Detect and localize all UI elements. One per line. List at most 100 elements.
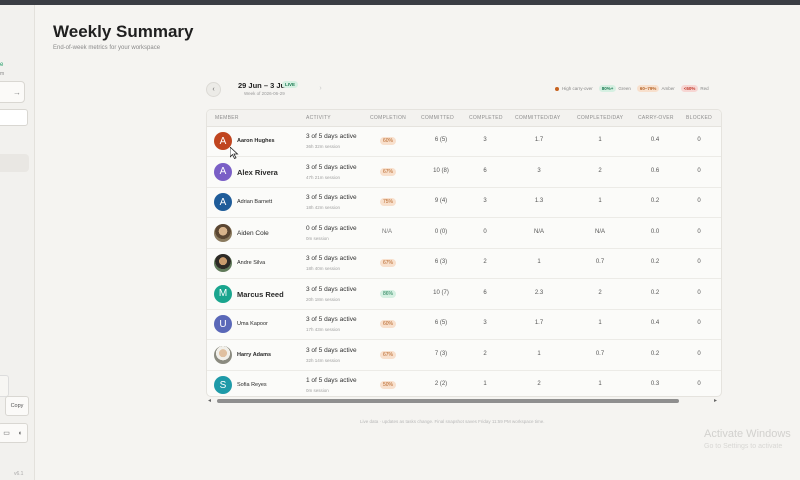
avatar — [214, 254, 232, 272]
completed-per-day-cell: 1 — [598, 137, 602, 143]
avatar — [214, 223, 232, 242]
table-row[interactable]: Andre Silva 3 of 5 days active 18h 40m ses… — [207, 248, 721, 279]
member-name[interactable]: Adrian Barnett — [237, 199, 272, 205]
activity-session: 18h 42m session — [306, 205, 341, 210]
committed-cell: 0 (0) — [434, 228, 448, 235]
column-header-activity[interactable]: ACTIVITY — [306, 115, 331, 121]
completion-badge: 60% — [380, 137, 397, 145]
sidebar-icon-group[interactable]: ▭ ◐ — [0, 423, 28, 443]
carry-over-cell: 0.6 — [650, 167, 660, 174]
column-header-member[interactable]: MEMBER — [215, 115, 239, 121]
completed-cell: 2 — [483, 259, 487, 265]
page-subtitle: End-of-week metrics for your workspace — [53, 45, 161, 51]
column-header-committed[interactable]: COMMITTED — [421, 115, 454, 121]
column-header-blocked[interactable]: BLOCKED — [686, 115, 712, 121]
activity-days: 3 of 5 days active — [306, 163, 357, 171]
blocked-cell: 0 — [697, 198, 701, 204]
activity-session: 36h 32m session — [306, 144, 341, 149]
copy-button[interactable]: Copy — [5, 396, 29, 416]
sidebar-toggle[interactable] — [0, 375, 9, 397]
sidebar: e m → Copy ▭ ◐ v6.1 — [0, 5, 35, 480]
previous-week-button[interactable]: ‹ — [206, 82, 221, 97]
table-row[interactable]: M Marcus Reed 3 of 5 days active 20h 18m se… — [207, 279, 721, 310]
column-header-carry-over[interactable]: CARRY-OVER — [638, 115, 674, 121]
carry-over-cell: 0.2 — [650, 350, 660, 357]
column-header-committed-per-day[interactable]: COMMITTED/DAY — [515, 115, 560, 121]
table-row[interactable]: A Adrian Barnett 3 of 5 days active 18h 42m… — [207, 187, 721, 218]
member-name[interactable]: Aiden Cole — [237, 230, 269, 237]
next-week-button[interactable]: › — [314, 82, 327, 95]
sidebar-input[interactable] — [0, 109, 28, 126]
member-name[interactable]: Andre Silva — [237, 260, 265, 266]
committed-per-day-cell: N/A — [533, 228, 544, 235]
completion-badge: N/A — [382, 228, 393, 235]
member-name[interactable]: Sofia Reyes — [237, 382, 267, 388]
scroll-right-icon[interactable]: ▸ — [714, 397, 717, 404]
activation-watermark: Activate Windows — [704, 428, 791, 440]
table-row[interactable]: A Aaron Hughes 3 of 5 days active 36h 32m s… — [207, 126, 721, 157]
legend-green-label: Green — [618, 86, 631, 91]
completed-per-day-cell: 2 — [598, 289, 602, 296]
table-row[interactable]: U Uma Kapoor 3 of 5 days active 17h 43m ses… — [207, 309, 721, 340]
sidebar-status-text: e — [0, 62, 4, 68]
blocked-cell: 0 — [697, 350, 701, 357]
committed-cell: 10 (8) — [433, 167, 449, 174]
week-of-label: Week of 2026-06-29 — [244, 91, 285, 96]
column-header-completed-per-day[interactable]: COMPLETED/DAY — [577, 115, 623, 121]
activity-days: 3 of 5 days active — [306, 194, 357, 201]
activity-days: 3 of 5 days active — [306, 285, 357, 293]
member-name[interactable]: Aaron Hughes — [237, 138, 275, 144]
activity-session: 17h 43m session — [306, 327, 341, 332]
window-top-bar — [0, 0, 800, 5]
blocked-cell: 0 — [697, 167, 701, 174]
sidebar-item-weekly-summary[interactable] — [0, 154, 29, 172]
completion-badge: 60% — [380, 320, 397, 328]
committed-per-day-cell: 2 — [537, 381, 541, 387]
sidebar-select[interactable]: → — [0, 81, 25, 103]
monitor-icon[interactable]: ▭ — [3, 429, 10, 437]
activity-days: 0 of 5 days active — [306, 224, 357, 232]
committed-cell: 6 (3) — [434, 259, 448, 265]
carry-over-cell: 0.2 — [650, 289, 660, 296]
member-name[interactable]: Alex Rivera — [237, 168, 278, 177]
member-name[interactable]: Harry Adams — [237, 352, 271, 358]
member-name[interactable]: Uma Kapoor — [237, 321, 268, 327]
completed-per-day-cell: 2 — [598, 167, 602, 174]
activity-days: 3 of 5 days active — [306, 346, 357, 354]
completed-cell: 6 — [483, 289, 487, 296]
column-header-completed[interactable]: COMPLETED — [469, 115, 503, 121]
blocked-cell: 0 — [697, 137, 701, 143]
completion-badge: 86% — [380, 289, 397, 298]
table-row[interactable]: Harry Adams 3 of 5 days active 32h 14m ses… — [207, 340, 721, 371]
legend-green-chip: 80%+ — [598, 85, 617, 92]
committed-cell: 10 (7) — [433, 289, 449, 296]
activity-days: 1 of 5 days active — [306, 377, 357, 384]
column-header-completion[interactable]: COMPLETION — [370, 115, 406, 121]
blocked-cell: 0 — [697, 289, 701, 296]
scroll-left-icon[interactable]: ◂ — [208, 397, 211, 404]
avatar: A — [214, 162, 232, 181]
table-row[interactable]: A Alex Rivera 3 of 5 days active 47h 21m se… — [207, 157, 721, 188]
activity-session: 0m session — [306, 388, 329, 393]
completion-badge: 67% — [380, 167, 397, 176]
scrollbar-thumb[interactable] — [217, 399, 679, 403]
activity-session: 18h 40m session — [306, 266, 341, 271]
completed-cell: 0 — [483, 228, 487, 235]
completed-per-day-cell: 0.7 — [595, 350, 605, 357]
completed-per-day-cell: N/A — [594, 228, 605, 235]
moon-icon[interactable]: ◐ — [18, 430, 22, 437]
member-name[interactable]: Marcus Reed — [237, 290, 284, 299]
table-row[interactable]: Aiden Cole 0 of 5 days active 0m session N/… — [207, 218, 721, 249]
completed-cell: 3 — [483, 320, 487, 326]
completed-per-day-cell: 1 — [598, 320, 602, 326]
chevron-right-icon: › — [319, 85, 322, 92]
committed-per-day-cell: 1 — [537, 259, 541, 265]
blocked-cell: 0 — [697, 320, 701, 326]
table-row[interactable]: S Sofia Reyes 1 of 5 days active 0m session… — [207, 370, 721, 396]
table-header: MEMBER ACTIVITY COMPLETION COMMITTED COM… — [207, 110, 721, 127]
carry-over-cell: 0.2 — [650, 198, 660, 204]
completed-cell: 3 — [483, 198, 487, 204]
carry-over-cell: 0.3 — [650, 381, 660, 387]
horizontal-scrollbar[interactable]: ◂ ▸ — [206, 397, 720, 406]
avatar: S — [214, 376, 232, 394]
